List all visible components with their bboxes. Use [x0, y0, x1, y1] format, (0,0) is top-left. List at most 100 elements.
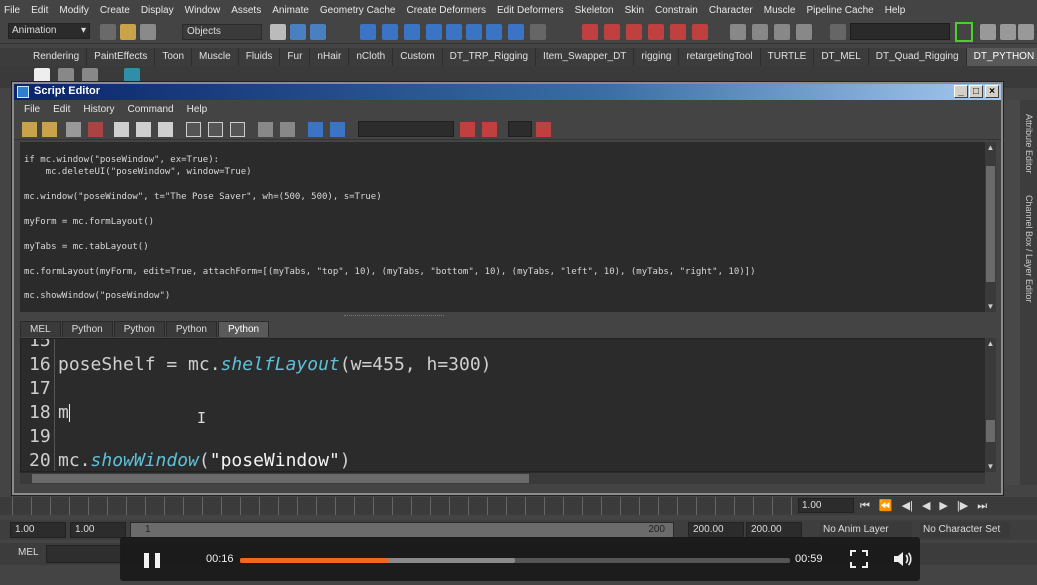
snap-point-icon[interactable] [404, 24, 420, 40]
step-back-icon[interactable]: ◀| [902, 497, 913, 515]
shelf-tab[interactable]: Rendering [26, 48, 88, 66]
script-input-pane[interactable]: 15 16 poseShelf = mc.shelfLayout(w=455, h=… [20, 338, 985, 472]
input-horizontal-scrollbar[interactable] [20, 472, 985, 484]
current-frame-field[interactable]: 1.00 [798, 498, 854, 513]
fullscreen-icon[interactable] [850, 550, 868, 568]
tool-settings-panel-icon[interactable] [1000, 24, 1016, 40]
tab-python[interactable]: Python [217, 321, 270, 337]
shelf-tab[interactable]: PaintEffects [87, 48, 156, 66]
shelf-tab[interactable]: DT_Quad_Rigging [869, 48, 967, 66]
new-scene-icon[interactable] [100, 24, 116, 40]
show-hide-icon[interactable] [730, 24, 746, 40]
pane-splitter[interactable] [344, 315, 444, 318]
render-icon[interactable] [486, 24, 502, 40]
attribute-editor-label[interactable]: Attribute Editor [1022, 114, 1034, 174]
menu-item[interactable]: Edit [31, 5, 48, 16]
search-up-icon[interactable] [482, 122, 497, 137]
snap-grid-icon[interactable] [360, 24, 376, 40]
load-script-icon[interactable] [22, 122, 37, 137]
anim-layer-select[interactable]: No Anim Layer [820, 522, 912, 538]
menu-item[interactable]: Constrain [655, 5, 698, 16]
tab-python[interactable]: Python [113, 321, 165, 337]
channel-box-panel-icon[interactable] [1018, 24, 1034, 40]
go-to-end-icon[interactable]: ⏭ [977, 497, 987, 515]
minimize-button[interactable]: _ [954, 85, 968, 98]
play-backward-icon[interactable]: ◀ [922, 497, 930, 515]
shelf-tab[interactable]: Item_Swapper_DT [536, 48, 635, 66]
shelf-tab[interactable]: DT_PYTHON [966, 48, 1037, 66]
show-both-icon[interactable] [230, 122, 245, 137]
render-view-icon[interactable] [670, 24, 686, 40]
scroll-down-icon[interactable]: ▼ [985, 461, 996, 472]
show-input-icon[interactable] [208, 122, 223, 137]
execute-icon[interactable] [330, 122, 345, 137]
step-forward-icon[interactable]: |▶ [957, 497, 968, 515]
menu-item[interactable]: Window [185, 5, 221, 16]
command-input[interactable] [46, 545, 126, 563]
render-settings-icon[interactable] [626, 24, 642, 40]
save-scene-icon[interactable] [140, 24, 156, 40]
tab-python[interactable]: Python [165, 321, 217, 337]
source-script-icon[interactable] [42, 122, 57, 137]
script-editor-menu-item[interactable]: Edit [53, 104, 70, 115]
select-object-icon[interactable] [290, 24, 306, 40]
script-editor-titlebar[interactable]: Script Editor _ □ × [14, 84, 1001, 100]
show-line-numbers-icon[interactable] [136, 122, 151, 137]
input-scrollbar[interactable]: ▲ ▼ [984, 338, 996, 472]
echo-all-icon[interactable] [114, 122, 129, 137]
make-live-icon[interactable] [446, 24, 462, 40]
pause-button[interactable] [132, 549, 172, 571]
goto-line-field[interactable] [508, 121, 532, 137]
hypershade-icon[interactable] [648, 24, 664, 40]
animation-end-field[interactable]: 200.00 [746, 522, 802, 538]
shelf-tab[interactable]: nHair [310, 48, 350, 66]
scroll-thumb[interactable] [986, 420, 995, 442]
menu-item[interactable]: Skeleton [575, 5, 614, 16]
character-set-select[interactable]: No Character Set [920, 522, 1010, 538]
shelf-tab[interactable]: Toon [155, 48, 193, 66]
menu-item[interactable]: Modify [59, 5, 88, 16]
scroll-up-icon[interactable]: ▲ [985, 142, 996, 153]
close-button[interactable]: × [985, 85, 999, 98]
maximize-button[interactable]: □ [969, 85, 983, 98]
layout-icon[interactable] [752, 24, 768, 40]
animation-start-field[interactable]: 1.00 [10, 522, 66, 538]
goto-line-icon[interactable] [536, 122, 551, 137]
ipr-render-icon[interactable] [604, 24, 620, 40]
selection-mask-field[interactable]: Objects [182, 24, 262, 40]
mode-select[interactable]: Animation [8, 23, 90, 39]
search-field[interactable] [358, 121, 454, 137]
tool-settings-icon[interactable] [774, 24, 790, 40]
show-stack-trace-icon[interactable] [158, 122, 173, 137]
channel-box-icon[interactable] [796, 24, 812, 40]
volume-icon[interactable] [893, 550, 913, 568]
menu-item[interactable]: Assets [231, 5, 261, 16]
show-history-icon[interactable] [186, 122, 201, 137]
history-scrollbar[interactable]: ▲ ▼ [984, 142, 996, 312]
menu-item[interactable]: Geometry Cache [320, 5, 396, 16]
go-to-start-icon[interactable]: ⏮ [860, 497, 870, 515]
search-down-icon[interactable] [460, 122, 475, 137]
history-icon[interactable] [466, 24, 482, 40]
snap-plane-icon[interactable] [426, 24, 442, 40]
menu-item[interactable]: Pipeline Cache [806, 5, 873, 16]
time-slider[interactable]: 1.00 ⏮ ⏪ ◀| ◀ ▶ |▶ ⏭ [0, 497, 1037, 515]
shelf-tab[interactable]: rigging [634, 48, 680, 66]
command-language-label[interactable]: MEL [18, 547, 39, 558]
step-back-key-icon[interactable]: ⏪ [879, 497, 893, 515]
scroll-thumb[interactable] [986, 166, 995, 282]
open-scene-icon[interactable] [120, 24, 136, 40]
shelf-tab[interactable]: nCloth [349, 48, 394, 66]
range-slider[interactable]: 1 200 [130, 522, 674, 538]
scroll-thumb[interactable] [32, 474, 529, 483]
time-slider-ticks[interactable] [12, 497, 798, 515]
scroll-down-icon[interactable]: ▼ [985, 301, 996, 312]
clear-history-icon[interactable] [258, 122, 273, 137]
menu-item[interactable]: Create Deformers [407, 5, 486, 16]
shelf-tab[interactable]: DT_MEL [814, 48, 869, 66]
menu-item[interactable]: Muscle [764, 5, 796, 16]
render-frame-icon[interactable] [582, 24, 598, 40]
sidebar-toggle-icon[interactable] [955, 22, 973, 42]
menu-item[interactable]: Help [885, 5, 906, 16]
tab-mel[interactable]: MEL [20, 321, 61, 337]
